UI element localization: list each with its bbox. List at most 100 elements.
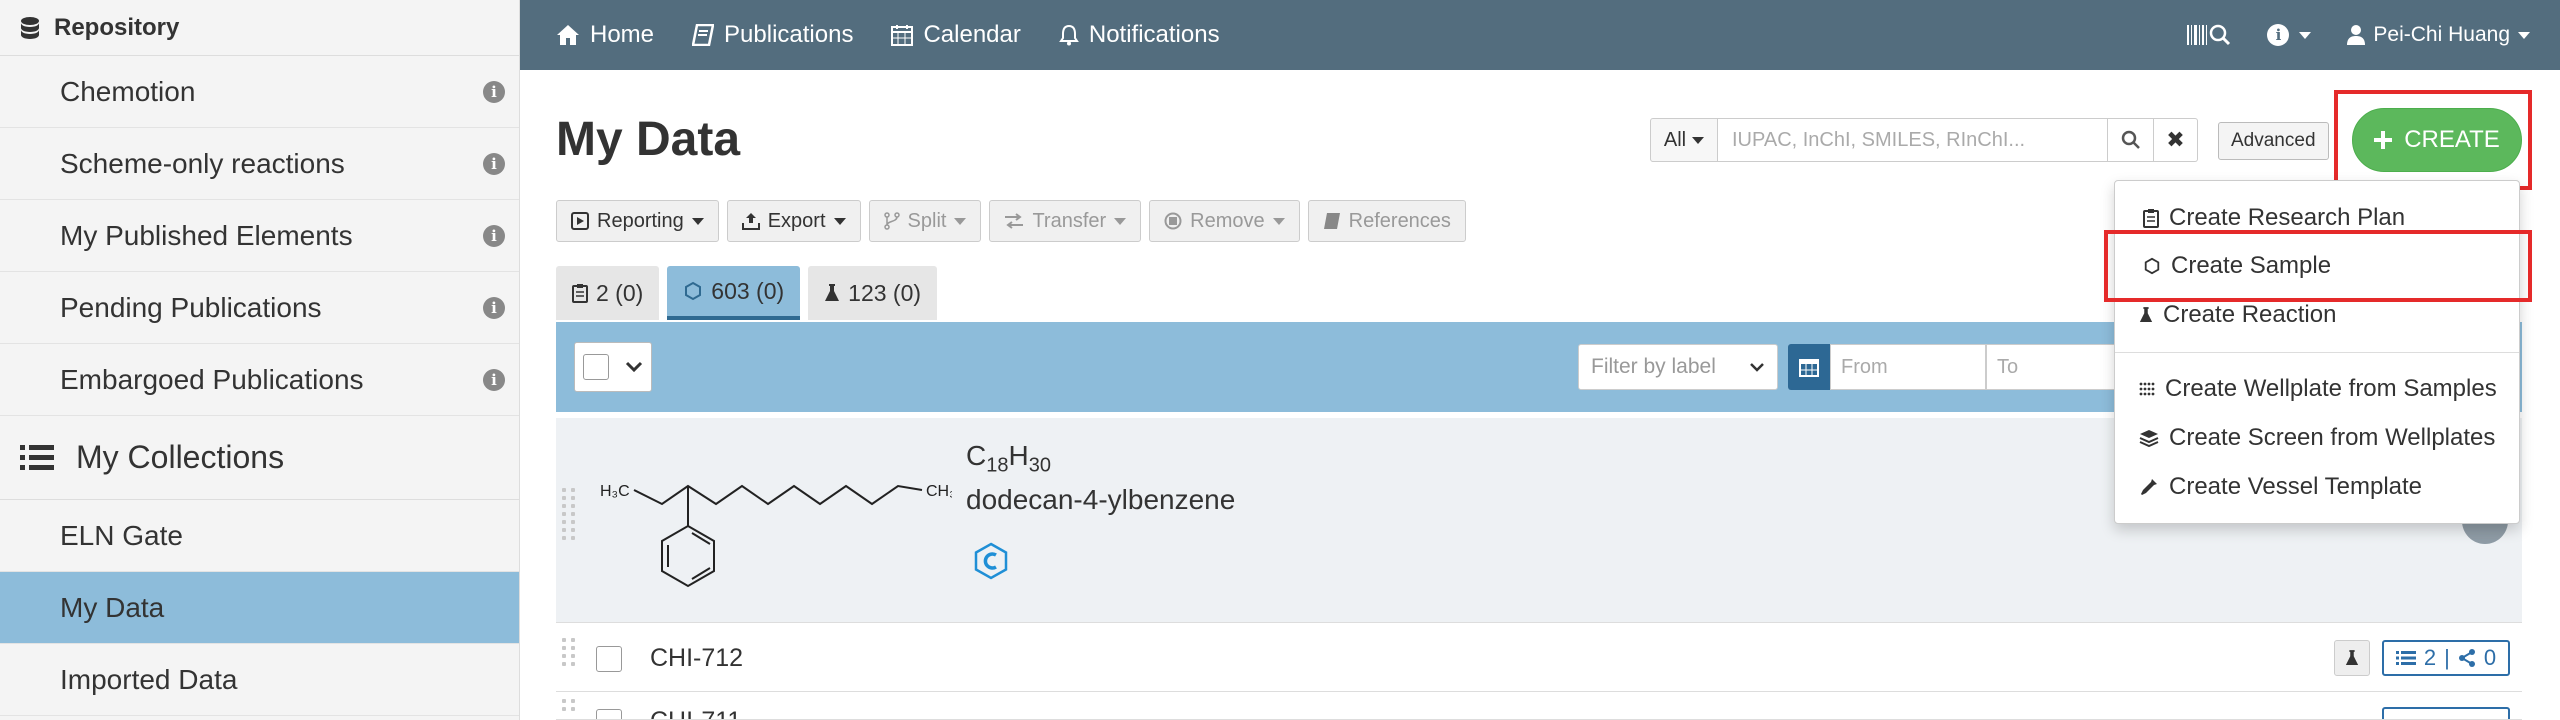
date-from-placeholder: From — [1841, 355, 1888, 378]
help-dropdown[interactable]: i — [2267, 24, 2312, 46]
structure-image: H₃C CH₃ — [600, 483, 952, 588]
home-icon — [557, 25, 579, 45]
sidebar-item-eln-gate[interactable]: ELN Gate — [0, 500, 519, 572]
tab-reactions[interactable]: 123 (0) — [808, 266, 938, 320]
sidebar-item-embargoed-publications[interactable]: Embargoed Publications i — [0, 344, 519, 416]
references-label: References — [1348, 209, 1451, 232]
clipboard-icon — [572, 284, 588, 303]
sidebar-item-my-data[interactable]: My Data — [0, 572, 519, 644]
book-icon — [1323, 213, 1340, 229]
share-icon — [2458, 649, 2475, 667]
navbar-right: i Pei-Chi Huang — [2187, 0, 2530, 70]
nav-publications[interactable]: Publications — [692, 21, 853, 49]
select-all-dropdown[interactable] — [574, 342, 652, 392]
menu-item-label: Create Screen from Wellplates — [2169, 424, 2496, 451]
remove-button[interactable]: Remove — [1149, 200, 1300, 242]
chevron-down-icon — [1272, 217, 1285, 225]
reporting-button[interactable]: Reporting — [556, 200, 719, 242]
export-label: Export — [767, 209, 826, 232]
transfer-label: Transfer — [1032, 209, 1107, 232]
row-label[interactable]: CHI-712 — [650, 644, 743, 673]
sidebar-item-pending-publications[interactable]: Pending Publications i — [0, 272, 519, 344]
menu-item-create-screen[interactable]: Create Screen from Wellplates — [2115, 417, 2519, 459]
select-all-checkbox[interactable] — [583, 354, 609, 380]
tab-label: 123 (0) — [848, 279, 922, 306]
nav-notifications[interactable]: Notifications — [1058, 21, 1220, 49]
split-button[interactable]: Split — [868, 200, 982, 242]
menu-item-create-research-plan[interactable]: Create Research Plan — [2115, 197, 2519, 239]
wellplate-icon — [2139, 382, 2155, 396]
export-button[interactable]: Export — [726, 200, 861, 242]
drag-handle-icon[interactable] — [562, 638, 578, 666]
date-from-input[interactable]: From — [1830, 344, 1986, 390]
menu-item-create-reaction[interactable]: Create Reaction — [2115, 294, 2519, 336]
menu-item-create-wellplate[interactable]: Create Wellplate from Samples — [2115, 368, 2519, 410]
chevron-down-icon — [625, 361, 643, 373]
share-count: 0 — [2483, 645, 2497, 670]
clipboard-icon — [2143, 209, 2159, 228]
advanced-search-button[interactable]: Advanced — [2218, 122, 2329, 160]
transfer-button[interactable]: Transfer — [989, 200, 1142, 242]
nav-home[interactable]: Home — [556, 21, 654, 49]
menu-item-label: Create Reaction — [2163, 301, 2337, 328]
search-button[interactable] — [2108, 118, 2154, 162]
top-navbar: Home Publications Calendar Notifications… — [520, 0, 2560, 70]
menu-item-create-sample[interactable]: Create Sample — [2115, 245, 2519, 287]
sidebar-item-my-published-elements[interactable]: My Published Elements i — [0, 200, 519, 272]
chemotion-c-icon[interactable] — [972, 542, 1010, 580]
row-checkbox[interactable] — [596, 709, 622, 719]
sidebar-item-chemotion[interactable]: Chemotion i — [0, 56, 519, 128]
flask-icon — [2345, 650, 2359, 665]
info-icon[interactable]: i — [483, 224, 505, 247]
info-icon[interactable]: i — [483, 296, 505, 319]
sidebar-item-scheme-only-reactions[interactable]: Scheme-only reactions i — [0, 128, 519, 200]
search-input[interactable] — [1718, 118, 2108, 162]
barcode-search-icon[interactable] — [2187, 23, 2231, 47]
exchange-icon — [1005, 213, 1024, 229]
references-button[interactable]: References — [1307, 200, 1466, 242]
search-scope-select[interactable]: All — [1650, 118, 1718, 162]
sidebar-item-label: Chemotion — [60, 75, 196, 107]
info-circle-icon: i — [2267, 24, 2290, 46]
drag-handle-icon[interactable] — [562, 488, 578, 540]
nav-calendar-label: Calendar — [923, 21, 1021, 48]
sidebar-item-imported-data[interactable]: Imported Data — [0, 644, 519, 716]
collection-count: 2 — [2423, 645, 2437, 670]
bell-icon — [1058, 24, 1079, 46]
user-name: Pei-Chi Huang — [2373, 23, 2510, 46]
menu-item-label: Create Wellplate from Samples — [2165, 375, 2497, 402]
my-collections-title: My Collections — [76, 439, 285, 475]
info-icon[interactable]: i — [483, 152, 505, 175]
tab-samples[interactable]: 603 (0) — [667, 266, 801, 320]
clear-search-button[interactable]: ✖ — [2154, 118, 2198, 162]
collections-share-button[interactable]: 2 | 0 — [2382, 640, 2510, 676]
my-collections-header: My Collections — [0, 416, 519, 500]
info-icon[interactable]: i — [483, 80, 505, 103]
user-menu[interactable]: Pei-Chi Huang — [2347, 23, 2530, 47]
menu-divider — [2115, 352, 2519, 353]
sidebar: Repository Chemotion i Scheme-only react… — [0, 0, 520, 720]
collections-share-button[interactable] — [2382, 707, 2510, 719]
close-icon: ✖ — [2166, 127, 2185, 152]
table-row[interactable]: CHI-712 2 | 0 — [556, 624, 2522, 692]
structure-label-right: CH₃ — [926, 483, 952, 500]
info-icon[interactable]: i — [483, 368, 505, 391]
drag-handle-icon[interactable] — [562, 699, 578, 711]
plus-icon — [2374, 131, 2393, 149]
table-row[interactable]: CHI-711 — [556, 693, 2522, 720]
menu-item-create-vessel-template[interactable]: Create Vessel Template — [2115, 466, 2519, 508]
date-filter-toggle[interactable] — [1788, 344, 1830, 390]
search-scope-label: All — [1663, 128, 1687, 151]
tab-research-plans[interactable]: 2 (0) — [556, 266, 660, 320]
sample-icon — [2144, 257, 2160, 275]
remove-label: Remove — [1190, 209, 1265, 232]
reaction-link-button[interactable] — [2334, 640, 2370, 676]
nav-calendar[interactable]: Calendar — [891, 21, 1021, 49]
label-filter-select[interactable]: Filter by label — [1578, 344, 1778, 390]
row-checkbox[interactable] — [596, 646, 622, 672]
row-label[interactable]: CHI-711 — [650, 707, 741, 719]
action-toolbar: Reporting Export Split Transfer Remove R… — [556, 200, 1466, 242]
create-button[interactable]: CREATE — [2352, 108, 2522, 172]
molecular-formula: C18H30 — [966, 440, 1051, 477]
tab-label: 2 (0) — [596, 279, 644, 306]
